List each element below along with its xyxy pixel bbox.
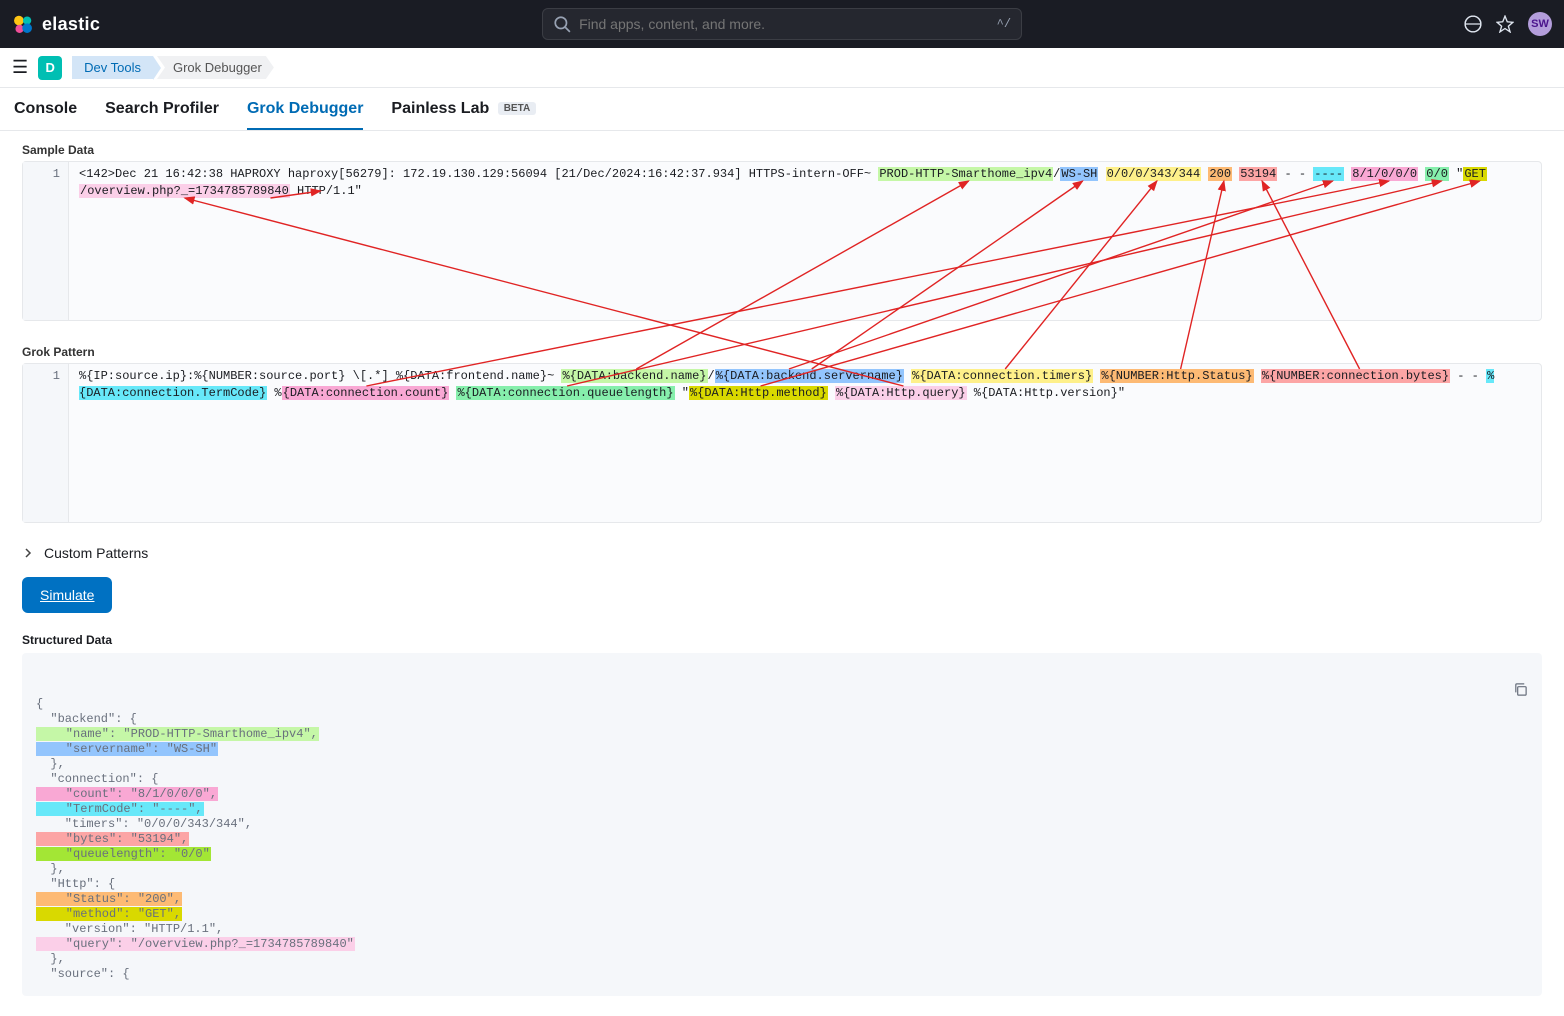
pat-status: %{NUMBER:Http.Status}: [1100, 369, 1253, 383]
top-bar: elastic ^/ SW: [0, 0, 1564, 48]
global-search[interactable]: ^/: [542, 8, 1022, 40]
pat-backend-name: %{DATA:backend.name}: [561, 369, 707, 383]
grok-pattern-label: Grok Pattern: [22, 345, 1542, 359]
elastic-logo-icon: [12, 13, 34, 35]
structured-data-output: { "backend": { "name": "PROD-HTTP-Smarth…: [22, 653, 1542, 996]
hl-count: 8/1/0/0/0: [1351, 167, 1418, 181]
sub-bar: ☰ D Dev Tools Grok Debugger: [0, 48, 1564, 88]
copy-icon[interactable]: [1477, 667, 1528, 716]
grok-pattern-editor[interactable]: 1 %{IP:source.ip}:%{NUMBER:source.port} …: [22, 363, 1542, 523]
tab-grok-debugger[interactable]: Grok Debugger: [247, 100, 363, 130]
custom-patterns-toggle[interactable]: Custom Patterns: [0, 535, 1564, 571]
pat-method: %{DATA:Http.method}: [689, 386, 828, 400]
breadcrumb: Dev Tools Grok Debugger: [72, 56, 274, 79]
sample-data-editor[interactable]: 1 <142>Dec 21 16:42:38 HAPROXY haproxy[5…: [22, 161, 1542, 321]
hl-bytes: 53194: [1239, 167, 1277, 181]
tab-search-profiler[interactable]: Search Profiler: [105, 100, 219, 130]
menu-toggle-icon[interactable]: ☰: [12, 57, 28, 78]
breadcrumb-grok[interactable]: Grok Debugger: [157, 56, 274, 79]
user-avatar[interactable]: SW: [1528, 12, 1552, 36]
search-icon: [553, 15, 571, 33]
simulate-button[interactable]: Simulate: [22, 577, 112, 613]
tab-console[interactable]: Console: [14, 100, 77, 130]
hl-method: GET: [1463, 167, 1487, 181]
hl-status: 200: [1208, 167, 1232, 181]
tab-painless-lab[interactable]: Painless Lab BETA: [391, 100, 536, 130]
hl-termcode: ----: [1313, 167, 1344, 181]
pat-timers: %{DATA:connection.timers}: [911, 369, 1093, 383]
search-shortcut: ^/: [997, 17, 1011, 31]
pat-count: {DATA:connection.count}: [282, 386, 450, 400]
hl-backend-server: WS-SH: [1060, 167, 1098, 181]
space-badge[interactable]: D: [38, 56, 62, 80]
hl-query: /overview.php?_=1734785789840: [79, 184, 290, 198]
tool-tabs: Console Search Profiler Grok Debugger Pa…: [0, 88, 1564, 131]
chevron-right-icon: [22, 547, 34, 559]
breadcrumb-devtools[interactable]: Dev Tools: [72, 56, 153, 79]
help-icon[interactable]: [1496, 15, 1514, 33]
hl-timers: 0/0/0/343/344: [1106, 167, 1202, 181]
hl-backend-name: PROD-HTTP-Smarthome_ipv4: [878, 167, 1053, 181]
search-input[interactable]: [579, 16, 989, 32]
hl-queue: 0/0: [1425, 167, 1449, 181]
brand-text: elastic: [42, 14, 100, 35]
pat-backend-server: %{DATA:backend.servername}: [715, 369, 904, 383]
structured-data-label: Structured Data: [0, 633, 1564, 647]
news-icon[interactable]: [1464, 15, 1482, 33]
pat-query: %{DATA:Http.query}: [835, 386, 967, 400]
brand-logo[interactable]: elastic: [12, 13, 100, 35]
pat-bytes: %{NUMBER:connection.bytes}: [1261, 369, 1450, 383]
pat-queue: %{DATA:connection.queuelength}: [456, 386, 674, 400]
sample-data-label: Sample Data: [22, 143, 1542, 157]
